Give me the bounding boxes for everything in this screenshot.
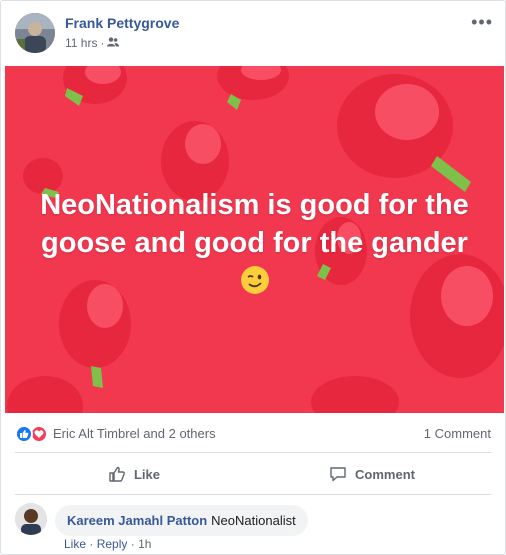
- comment-label: Comment: [355, 466, 415, 482]
- comment-actions: Like · Reply · 1h: [64, 537, 151, 551]
- like-reaction-icon[interactable]: [15, 425, 33, 443]
- winking-face-emoji: [240, 266, 269, 294]
- author-name[interactable]: Frank Pettygrove: [65, 15, 179, 31]
- comment-like-link[interactable]: Like: [64, 537, 86, 551]
- author-avatar[interactable]: [15, 13, 55, 53]
- post-meta: 11 hrs ·: [65, 36, 120, 50]
- reaction-summary: Eric Alt Timbrel and 2 others 1 Comment: [15, 423, 491, 443]
- like-button[interactable]: Like: [15, 457, 253, 491]
- meta-separator: ·: [100, 36, 105, 50]
- post-header: Frank Pettygrove 11 hrs · •••: [15, 13, 493, 57]
- like-label: Like: [133, 466, 160, 482]
- comment-bubble: Kareem Jamahl Patton NeoNationalist: [55, 505, 308, 536]
- more-options-icon[interactable]: •••: [471, 13, 493, 31]
- divider: [15, 452, 491, 453]
- post-banner: NeoNationalism is good for the goose and…: [5, 66, 504, 413]
- commenter-avatar[interactable]: [15, 503, 47, 535]
- comment-count[interactable]: 1 Comment: [424, 426, 491, 441]
- post-actions: Like Comment: [15, 457, 491, 491]
- comment-button[interactable]: Comment: [253, 457, 491, 491]
- comment-reply-link[interactable]: Reply: [97, 537, 128, 551]
- comment-icon: [330, 467, 346, 482]
- reaction-names[interactable]: Eric Alt Timbrel and 2 others: [53, 426, 216, 441]
- commenter-name[interactable]: Kareem Jamahl Patton: [67, 513, 207, 528]
- banner-text: NeoNationalism is good for the goose and…: [35, 186, 474, 300]
- thumbs-up-icon: [109, 466, 125, 482]
- friends-icon[interactable]: [107, 36, 120, 50]
- comment-text: NeoNationalist: [211, 513, 296, 528]
- divider: [15, 494, 491, 495]
- banner-message: NeoNationalism is good for the goose and…: [40, 189, 469, 259]
- post-time[interactable]: 11 hrs: [65, 36, 97, 50]
- comment-time[interactable]: 1h: [138, 537, 151, 551]
- comment-item: Kareem Jamahl Patton NeoNationalist Like…: [15, 503, 491, 553]
- comment-sep: ·: [130, 537, 135, 551]
- post-card: Frank Pettygrove 11 hrs · ••• NeoNationa…: [0, 0, 506, 555]
- comment-sep: ·: [89, 537, 94, 551]
- reaction-icons[interactable]: [15, 425, 48, 443]
